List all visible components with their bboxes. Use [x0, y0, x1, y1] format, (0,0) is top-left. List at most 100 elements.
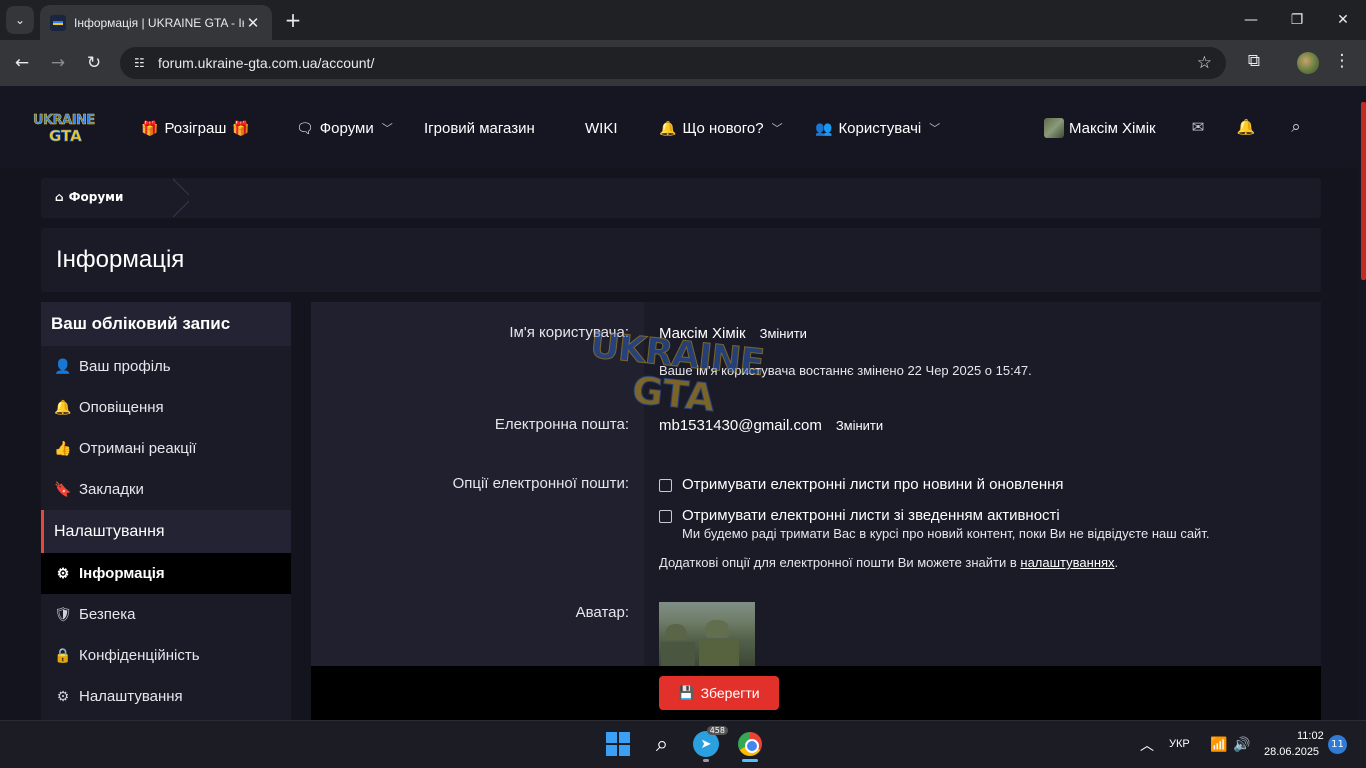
nav-users[interactable]: 👥 Користувачі ﹀ [815, 116, 940, 140]
avatar-image-part [699, 640, 739, 666]
sidebar-section-settings: Налаштування [41, 510, 291, 553]
form-label-column [311, 302, 644, 720]
gift-icon: 🎁 [141, 119, 159, 136]
page-title: Інформація [56, 246, 185, 273]
site-favicon-icon [50, 14, 66, 31]
site-logo[interactable]: UKRAINE GTA [33, 113, 96, 146]
browser-tab[interactable]: Інформація | UKRAINE GTA - Інформація ✕ [40, 5, 272, 40]
users-icon: 👥 [815, 119, 833, 136]
chevron-up-icon[interactable]: ︿ [1140, 735, 1154, 755]
nav-forums[interactable]: 🗨 Форуми ﹀ [296, 116, 393, 140]
nav-wiki[interactable]: WIKI [585, 116, 618, 140]
breadcrumb-forums[interactable]: ⌂ Форуми [55, 190, 123, 204]
search-icon[interactable]: ⌕ [1285, 116, 1307, 138]
reload-icon[interactable]: ↻ [80, 49, 108, 77]
new-tab-button[interactable]: + [282, 7, 304, 33]
url-text: forum.ukraine-gta.com.ua/account/ [158, 55, 375, 71]
breadcrumb-separator [173, 178, 189, 218]
browser-menu-icon[interactable]: ⋮ [1330, 51, 1354, 71]
comment-icon: 🗨 [296, 119, 314, 136]
shield-icon: 🛡 [54, 606, 72, 622]
search-icon[interactable]: ⌕ [646, 728, 678, 760]
chevron-down-icon[interactable]: ﹀ [382, 120, 393, 136]
breadcrumb: ⌂ Форуми [41, 178, 1321, 218]
activity-summary-option[interactable]: Отримувати електронні листи зі зведенням… [659, 507, 1209, 541]
email-value: mb1531430@gmail.com Змінити [659, 417, 884, 434]
close-window-button[interactable]: ✕ [1320, 0, 1366, 40]
username-change-hint: Ваше ім'я користувача востаннє змінено 2… [659, 363, 1032, 378]
username-value: Максім Хімік Змінити [659, 325, 807, 342]
input-language[interactable]: УКР [1169, 738, 1190, 750]
page-title-block: Інформація [41, 228, 1321, 292]
bell-icon[interactable]: 🔔 [1235, 116, 1257, 138]
restore-button[interactable]: ❐ [1274, 0, 1320, 40]
sidebar-item-reactions[interactable]: 👍 Отримані реакції [41, 428, 291, 469]
back-arrow-icon[interactable]: ← [8, 49, 36, 77]
bell-icon: 🔔 [659, 119, 677, 136]
telegram-unread-badge: 458 [706, 726, 728, 735]
sidebar-item-bookmarks[interactable]: 🔖 Закладки [41, 469, 291, 510]
profile-avatar[interactable] [1297, 52, 1319, 74]
username-label: Ім'я користувача: [509, 324, 629, 341]
notification-badge[interactable]: 11 [1328, 735, 1347, 754]
avatar-image-part [661, 642, 695, 666]
envelope-icon[interactable]: ✉ [1187, 116, 1209, 138]
news-email-option[interactable]: Отримувати електронні листи про новини й… [659, 476, 1064, 493]
account-details-form: Ім'я користувача: Максім Хімік Змінити Ва… [311, 302, 1321, 720]
email-options-label: Опції електронної пошти: [452, 475, 629, 492]
home-icon: ⌂ [55, 190, 64, 204]
avatar-image-part [665, 624, 687, 640]
bell-icon: 🔔 [54, 399, 72, 415]
news-email-checkbox[interactable] [659, 479, 672, 492]
nav-game-shop[interactable]: Ігровий магазин [424, 116, 535, 140]
tab-close-icon[interactable]: ✕ [244, 14, 262, 32]
lock-icon: 🔒 [54, 647, 72, 663]
preferences-link[interactable]: налаштуваннях [1020, 555, 1114, 570]
sidebar-item-alerts[interactable]: 🔔 Оповіщення [41, 387, 291, 428]
change-username-link[interactable]: Змінити [760, 326, 807, 341]
form-submit-bar: 💾 Зберегти [311, 666, 1321, 720]
chevron-down-icon[interactable]: ﹀ [929, 120, 940, 136]
bookmark-star-icon[interactable]: ☆ [1197, 53, 1212, 73]
save-icon: 💾 [678, 685, 695, 700]
minimize-button[interactable]: — [1228, 0, 1274, 40]
wifi-icon[interactable]: 📶 [1210, 736, 1227, 753]
save-button[interactable]: 💾 Зберегти [659, 676, 779, 710]
active-indicator [742, 759, 758, 762]
email-label: Електронна пошта: [494, 416, 629, 433]
nav-user-account[interactable]: Максім Хімік [1044, 116, 1156, 140]
cogs-icon: ⚙ [56, 688, 70, 704]
sidebar-item-security[interactable]: 🛡 Безпека [41, 594, 291, 635]
address-bar[interactable]: ☷ forum.ukraine-gta.com.ua/account/ ☆ [120, 47, 1226, 79]
change-email-link[interactable]: Змінити [836, 418, 883, 433]
clock-time[interactable]: 11:02 [1297, 730, 1324, 742]
nav-giveaway[interactable]: 🎁 Розіграш 🎁 [141, 116, 250, 140]
nav-whats-new[interactable]: 🔔 Що нового? ﹀ [659, 116, 783, 140]
start-button[interactable] [602, 728, 634, 760]
gift-icon: 🎁 [232, 119, 250, 136]
user-icon: 👤 [54, 358, 72, 374]
windows-logo-icon [606, 732, 630, 756]
sidebar-item-privacy[interactable]: 🔒 Конфіденційність [41, 635, 291, 676]
tab-search-button[interactable]: ⌄ [6, 6, 34, 34]
avatar-label: Аватар: [575, 604, 629, 621]
forward-arrow-icon[interactable]: → [44, 49, 72, 77]
avatar[interactable] [659, 602, 755, 666]
windows-taskbar [0, 720, 1366, 768]
activity-summary-checkbox[interactable] [659, 510, 672, 523]
activity-summary-hint: Ми будемо раді тримати Вас в курсі про н… [682, 526, 1210, 541]
sidebar-item-profile[interactable]: 👤 Ваш профіль [41, 346, 291, 387]
sidebar-item-account-details[interactable]: ⚙ Інформація [41, 553, 291, 594]
page-scrollbar-thumb[interactable] [1361, 102, 1366, 280]
avatar [1044, 118, 1064, 138]
sidebar-item-preferences[interactable]: ⚙ Налаштування [41, 676, 291, 717]
volume-icon[interactable]: 🔊 [1233, 736, 1250, 753]
running-indicator [703, 759, 709, 762]
site-info-icon[interactable]: ☷ [134, 56, 152, 70]
chrome-taskbar-button[interactable] [734, 728, 766, 760]
telegram-taskbar-button[interactable]: ➤ 458 [690, 726, 728, 760]
sidebar-heading: Ваш обліковий запис [41, 302, 291, 346]
chevron-down-icon[interactable]: ﹀ [772, 120, 783, 136]
clock-date[interactable]: 28.06.2025 [1264, 746, 1319, 758]
extensions-puzzle-icon[interactable]: ⧉ [1242, 51, 1266, 71]
